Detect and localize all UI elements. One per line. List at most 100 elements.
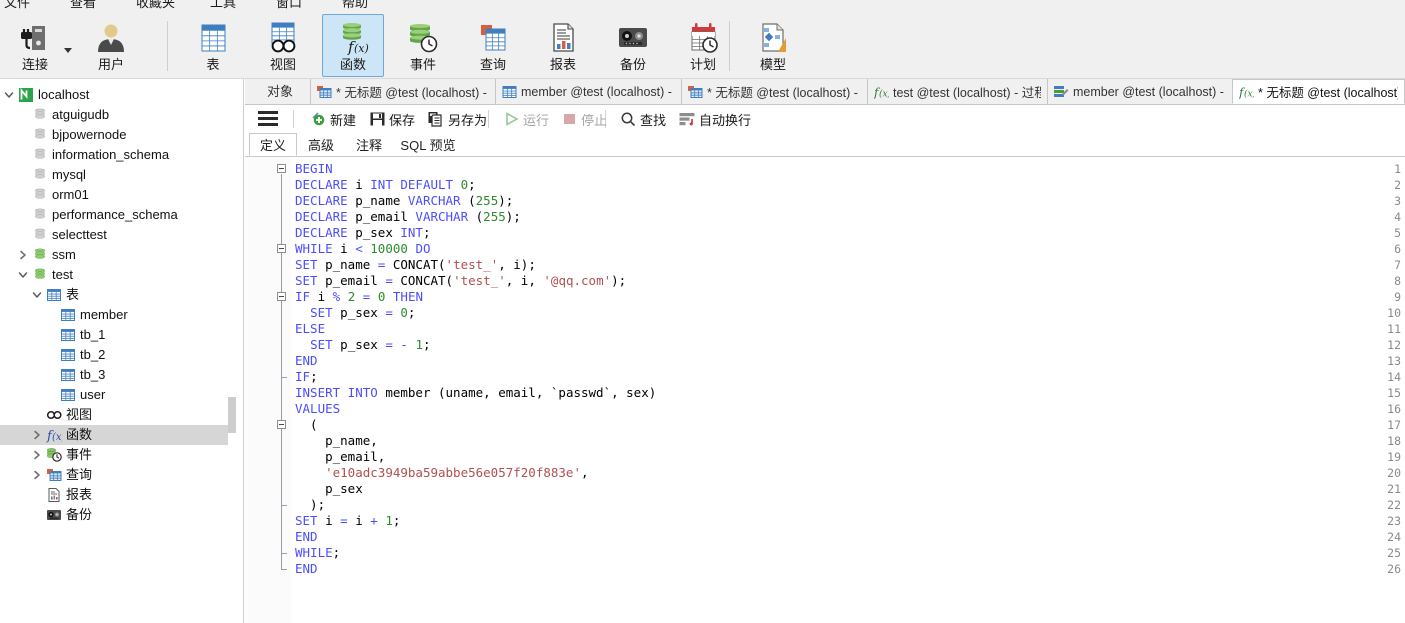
- search-button[interactable]: 查找: [620, 108, 666, 130]
- toolbar-label: 表: [206, 57, 220, 72]
- fold-end-tick: [281, 377, 287, 378]
- chevron-down-icon[interactable]: [4, 90, 16, 102]
- toolbar-user[interactable]: 用户: [80, 14, 142, 77]
- menu-5[interactable]: 窗口: [276, 0, 302, 12]
- menu-4[interactable]: 工具: [210, 0, 236, 12]
- save-icon: [369, 111, 386, 127]
- table-doc-icon: [502, 85, 517, 99]
- toolbar-label: 视图: [269, 57, 296, 72]
- tree-item-tb_2[interactable]: tb_2: [0, 345, 236, 365]
- menu-hamburger-icon[interactable]: [258, 111, 278, 127]
- tab-注释[interactable]: 注释: [345, 133, 393, 156]
- toolbar-table[interactable]: 表: [182, 14, 244, 77]
- tree-item-事件[interactable]: 事件: [0, 445, 236, 465]
- tab-高级[interactable]: 高级: [297, 133, 345, 156]
- tree-item-mysql[interactable]: mysql: [0, 165, 236, 185]
- tab-label: 定义: [259, 138, 286, 153]
- word-wrap-button[interactable]: 自动换行: [679, 108, 751, 130]
- tree-item-备份[interactable]: 备份: [0, 505, 236, 525]
- tree-item-localhost[interactable]: localhost: [0, 85, 236, 105]
- save-button[interactable]: 保存: [369, 108, 415, 130]
- document-tab[interactable]: f(x)test @test (localhost) - 过程: [867, 79, 1047, 104]
- toolbar-query[interactable]: 查询: [462, 14, 524, 77]
- document-tab[interactable]: * 无标题 @test (localhost) - ...: [681, 79, 867, 104]
- sidebar-splitter[interactable]: [236, 79, 244, 623]
- code-text-area[interactable]: BEGIN DECLARE i INT DEFAULT 0; DECLARE p_n…: [291, 157, 1405, 623]
- chevron-down-icon[interactable]: [32, 290, 44, 302]
- database-grey-icon: [32, 127, 48, 143]
- chevron-right-icon[interactable]: [32, 430, 44, 442]
- connection-dropdown-icon[interactable]: [64, 48, 72, 53]
- chevron-down-icon[interactable]: [18, 270, 30, 282]
- menu-2[interactable]: 查看: [70, 0, 96, 12]
- database-grey-icon: [32, 227, 48, 243]
- document-tab[interactable]: * 无标题 @test (localhost) - ...: [310, 79, 495, 104]
- fold-toggle-icon[interactable]: [277, 420, 286, 429]
- sidebar-scrollbar-thumb[interactable]: [228, 397, 236, 433]
- tree-item-tb_1[interactable]: tb_1: [0, 325, 236, 345]
- tree-item-atguigudb[interactable]: atguigudb: [0, 105, 236, 125]
- tree-item-test[interactable]: test: [0, 265, 236, 285]
- new-button[interactable]: 新建: [310, 108, 356, 130]
- tree-item-视图[interactable]: 视图: [0, 405, 236, 425]
- menu-3[interactable]: 收藏夹: [136, 0, 175, 12]
- table-item-icon: [60, 367, 76, 383]
- sql-code-editor[interactable]: 1 2 3 4 5 6 7 8 9 10 11 12 13 14 15 16 17 18 19 20 21 22 23 24 2…: [245, 157, 1405, 623]
- code-line: DECLARE p_sex INT;: [295, 225, 431, 240]
- document-tab[interactable]: member @test (localhost) - ...: [495, 79, 681, 104]
- toolbar-report[interactable]: 报表: [532, 14, 594, 77]
- sidebar-scrollbar[interactable]: [228, 79, 236, 623]
- document-tab[interactable]: f(x)* 无标题 @test (localhost) - 过程: [1232, 79, 1405, 104]
- tab-label: 高级: [307, 138, 334, 153]
- chevron-right-icon[interactable]: [32, 450, 44, 462]
- save-as-button[interactable]: 另存为: [428, 108, 487, 130]
- toolbar-schedule[interactable]: 计划: [672, 14, 734, 77]
- tree-item-表[interactable]: 表: [0, 285, 236, 305]
- objects-tab-label[interactable]: 对象: [267, 83, 293, 101]
- tree-item-selecttest[interactable]: selecttest: [0, 225, 236, 245]
- chevron-right-icon[interactable]: [18, 250, 30, 262]
- document-tab-label: member @test (localhost) - ...: [1073, 84, 1226, 99]
- tree-item-label: 事件: [66, 447, 93, 462]
- tree-item-查询[interactable]: 查询: [0, 465, 236, 485]
- tab-定义[interactable]: 定义: [249, 133, 297, 156]
- design-doc-icon: [1054, 85, 1069, 99]
- fold-toggle-icon[interactable]: [277, 292, 286, 301]
- document-tab[interactable]: member @test (localhost) - ...: [1047, 79, 1232, 104]
- tree-item-orm01[interactable]: orm01: [0, 185, 236, 205]
- tree-item-user[interactable]: user: [0, 385, 236, 405]
- tree-item-information_schema[interactable]: information_schema: [0, 145, 236, 165]
- new-icon: [310, 111, 327, 127]
- menu-6[interactable]: 帮助: [342, 0, 368, 12]
- word-wrap-icon: [679, 111, 696, 127]
- tree-item-ssm[interactable]: ssm: [0, 245, 236, 265]
- tree-item-member[interactable]: member: [0, 305, 236, 325]
- events-icon: [46, 447, 62, 463]
- toolbar-event[interactable]: 事件: [392, 14, 454, 77]
- toolbar-function[interactable]: f (x) 函数: [322, 14, 384, 77]
- menu-1[interactable]: 文件: [4, 0, 30, 12]
- tree-item-label: 表: [66, 287, 80, 302]
- button-label: 新建: [330, 112, 357, 128]
- chevron-right-icon[interactable]: [32, 470, 44, 482]
- tree-item-tb_3[interactable]: tb_3: [0, 365, 236, 385]
- toolbar-connection[interactable]: 连接: [4, 14, 66, 77]
- query-doc-icon: [317, 85, 332, 99]
- tree-item-bjpowernode[interactable]: bjpowernode: [0, 125, 236, 145]
- fold-toggle-icon[interactable]: [277, 164, 286, 173]
- code-fold-column[interactable]: [277, 157, 291, 623]
- toolbar-view[interactable]: 视图: [252, 14, 314, 77]
- tab-SQL-预览[interactable]: SQL 预览: [393, 133, 463, 156]
- document-tab-label: * 无标题 @test (localhost) - ...: [707, 86, 861, 100]
- code-line: SET p_email = CONCAT('test_', i, '@qq.co…: [295, 273, 627, 288]
- toolbar-model[interactable]: 模型: [742, 14, 804, 77]
- tree-item-报表[interactable]: 报表: [0, 485, 236, 505]
- toolbar-label: 事件: [409, 57, 436, 72]
- toolbar-backup[interactable]: 备份: [602, 14, 664, 77]
- database-green-icon: [32, 247, 48, 263]
- tree-item-函数[interactable]: f(x)函数: [0, 425, 236, 445]
- fold-toggle-icon[interactable]: [277, 244, 286, 253]
- navicat-host-icon: [18, 87, 34, 103]
- table-item-icon: [60, 387, 76, 403]
- tree-item-performance_schema[interactable]: performance_schema: [0, 205, 236, 225]
